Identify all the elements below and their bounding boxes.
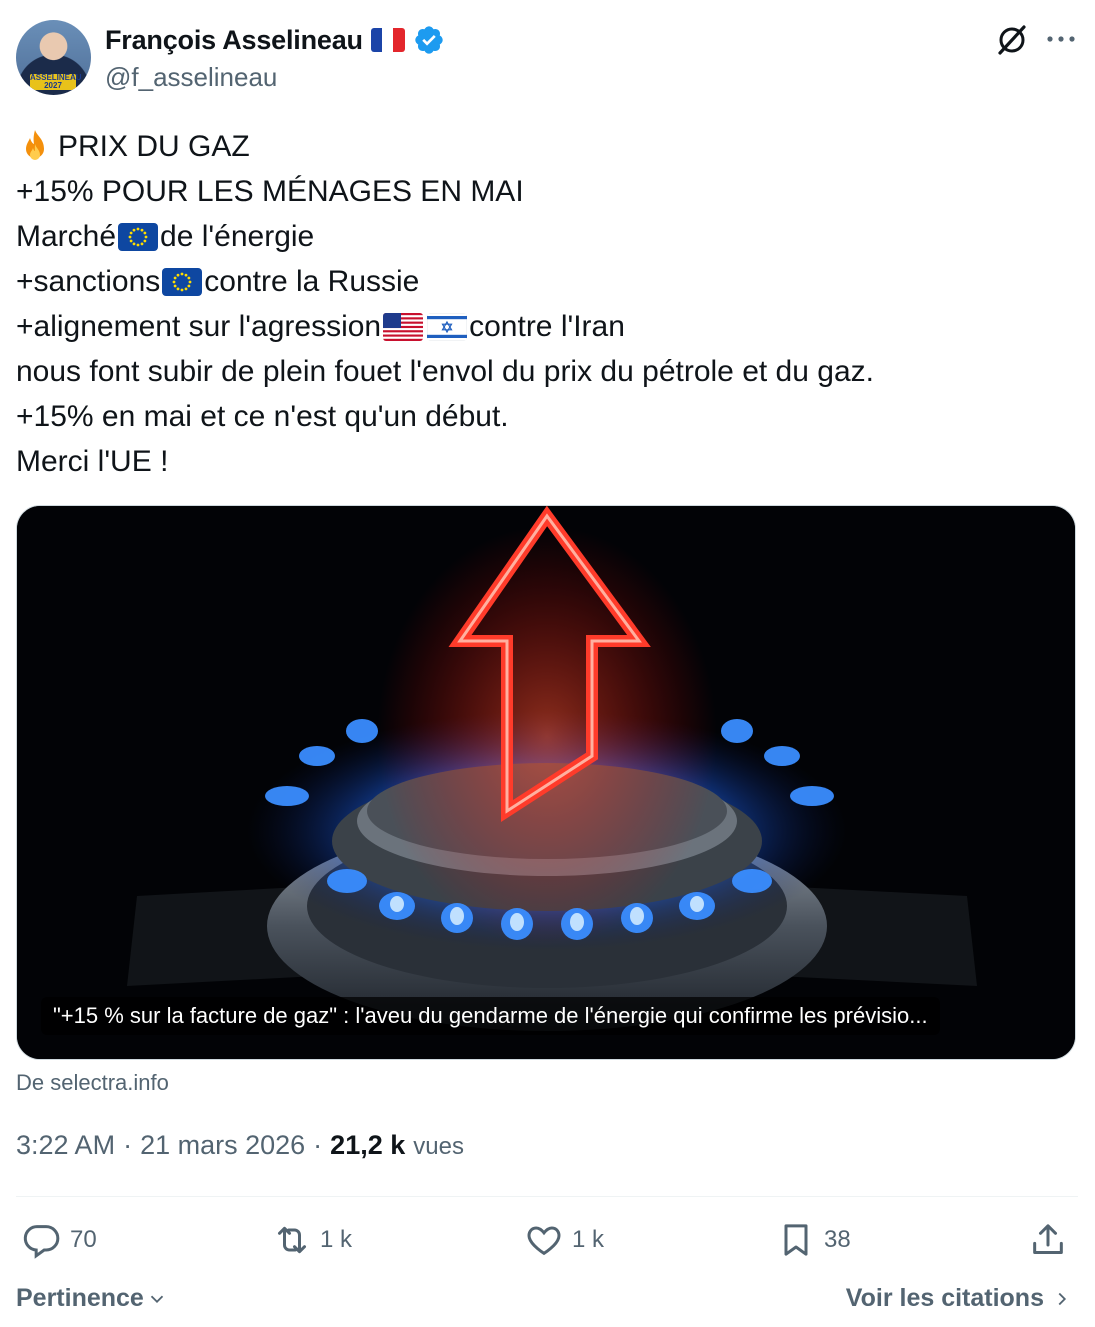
like-button[interactable]: 1 k bbox=[524, 1220, 604, 1260]
meta-separator: · bbox=[313, 1130, 323, 1160]
user-handle[interactable]: @f_asselineau bbox=[105, 62, 277, 93]
divider bbox=[16, 1196, 1078, 1197]
sort-dropdown[interactable]: Pertinence bbox=[16, 1284, 168, 1313]
tweet-line-text: PRIX DU GAZ bbox=[58, 130, 250, 163]
display-name[interactable]: François Asselineau bbox=[105, 25, 363, 56]
tweet-line: +15% POUR LES MÉNAGES EN MAI bbox=[16, 169, 1076, 214]
tweet-line: +sanctions contre la Russie bbox=[16, 259, 1076, 304]
card-caption: "+15 % sur la facture de gaz" : l'aveu d… bbox=[41, 997, 940, 1035]
tweet-line: Marché de l'énergie bbox=[16, 214, 1076, 259]
tweet-line-text: de l'énergie bbox=[160, 220, 315, 253]
repost-button[interactable]: 1 k bbox=[272, 1220, 352, 1260]
card-source[interactable]: De selectra.info bbox=[16, 1070, 169, 1096]
view-quotes-link[interactable]: Voir les citations bbox=[846, 1284, 1072, 1313]
heart-icon bbox=[527, 1226, 561, 1256]
reply-icon bbox=[23, 1225, 60, 1259]
france-flag-icon bbox=[370, 28, 405, 52]
link-card[interactable]: "+15 % sur la facture de gaz" : l'aveu d… bbox=[16, 505, 1076, 1060]
meta-separator: · bbox=[123, 1130, 133, 1160]
us-flag-icon bbox=[383, 312, 424, 341]
reply-count: 70 bbox=[70, 1226, 97, 1253]
tweet-line-text: +15% en mai et ce n'est qu'un début. bbox=[16, 400, 509, 433]
like-count: 1 k bbox=[572, 1226, 605, 1253]
tweet-line-text: contre l'Iran bbox=[469, 310, 625, 343]
sort-label: Pertinence bbox=[16, 1284, 144, 1312]
tweet-line-text: +15% POUR LES MÉNAGES EN MAI bbox=[16, 175, 524, 208]
tweet-date[interactable]: 21 mars 2026 bbox=[140, 1130, 305, 1161]
tweet-line-text: Merci l'UE ! bbox=[16, 445, 169, 478]
tweet-meta: 3:22 AM · 21 mars 2026 · 21,2 k vues bbox=[16, 1130, 464, 1161]
share-icon bbox=[1033, 1224, 1063, 1254]
views-count: 21,2 k bbox=[330, 1130, 406, 1160]
tweet-text: PRIX DU GAZ +15% POUR LES MÉNAGES EN MAI… bbox=[16, 124, 1076, 484]
chevron-down-icon bbox=[150, 1295, 163, 1303]
eu-flag-icon bbox=[162, 267, 203, 296]
bookmark-button[interactable]: 38 bbox=[776, 1220, 851, 1260]
gas-burner-arrow-image bbox=[17, 506, 1075, 1059]
eu-flag-icon bbox=[118, 222, 159, 251]
tweet-line: PRIX DU GAZ bbox=[16, 124, 1076, 169]
name-row: François Asselineau bbox=[105, 24, 445, 56]
tweet-line-text: Marché bbox=[16, 220, 117, 253]
repost-icon bbox=[278, 1226, 306, 1254]
reply-button[interactable]: 70 bbox=[22, 1220, 97, 1260]
fire-emoji-icon bbox=[26, 129, 44, 160]
tweet-line-text: contre la Russie bbox=[204, 265, 420, 298]
tweet-time[interactable]: 3:22 AM bbox=[16, 1130, 115, 1161]
tweet-header: ASSELINEAU 2027 François Asselineau @f_a… bbox=[16, 20, 1078, 100]
tweet-line: Merci l'UE ! bbox=[16, 439, 1076, 484]
israel-flag-icon bbox=[427, 312, 468, 341]
avatar[interactable]: ASSELINEAU 2027 bbox=[16, 20, 91, 95]
verified-badge-icon[interactable] bbox=[413, 24, 445, 56]
tweet-line: +15% en mai et ce n'est qu'un début. bbox=[16, 394, 1076, 439]
chevron-right-icon bbox=[1058, 1292, 1067, 1305]
grok-icon[interactable] bbox=[994, 22, 1030, 58]
more-options-icon[interactable] bbox=[1044, 28, 1078, 50]
bookmark-count: 38 bbox=[824, 1226, 851, 1253]
tweet-line-text: nous font subir de plein fouet l'envol d… bbox=[16, 355, 874, 388]
avatar-badge: ASSELINEAU 2027 bbox=[30, 73, 82, 90]
share-button[interactable] bbox=[1028, 1220, 1068, 1260]
quotes-label: Voir les citations bbox=[845, 1284, 1044, 1312]
repost-count: 1 k bbox=[320, 1226, 353, 1253]
action-bar: 70 1 k 1 k 38 bbox=[16, 1220, 1078, 1268]
views-label: vues bbox=[413, 1133, 464, 1160]
replies-footer: Pertinence Voir les citations bbox=[16, 1284, 1078, 1320]
bookmark-icon bbox=[784, 1224, 808, 1256]
